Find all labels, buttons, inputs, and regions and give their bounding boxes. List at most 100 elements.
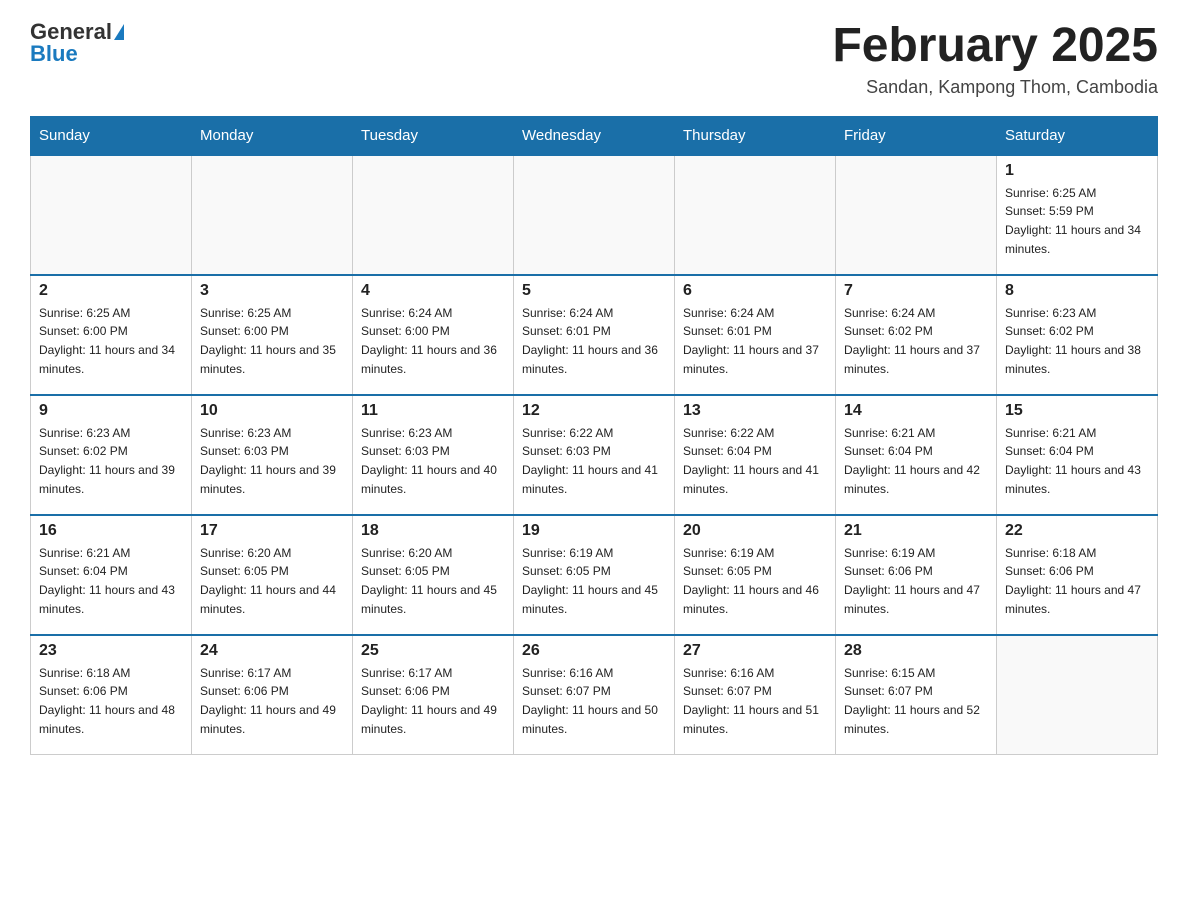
calendar-table: SundayMondayTuesdayWednesdayThursdayFrid… — [30, 116, 1158, 756]
day-number: 7 — [844, 282, 988, 300]
col-header-thursday: Thursday — [675, 116, 836, 155]
day-number: 6 — [683, 282, 827, 300]
day-info: Sunrise: 6:24 AM Sunset: 6:01 PM Dayligh… — [683, 304, 827, 378]
calendar-cell: 17 Sunrise: 6:20 AM Sunset: 6:05 PM Dayli… — [192, 515, 353, 635]
day-info: Sunrise: 6:20 AM Sunset: 6:05 PM Dayligh… — [361, 544, 505, 618]
day-info: Sunrise: 6:25 AM Sunset: 6:00 PM Dayligh… — [39, 304, 183, 378]
day-info: Sunrise: 6:22 AM Sunset: 6:03 PM Dayligh… — [522, 424, 666, 498]
week-row-5: 23 Sunrise: 6:18 AM Sunset: 6:06 PM Dayli… — [31, 635, 1158, 755]
calendar-cell: 3 Sunrise: 6:25 AM Sunset: 6:00 PM Daylig… — [192, 275, 353, 395]
day-number: 12 — [522, 402, 666, 420]
day-info: Sunrise: 6:17 AM Sunset: 6:06 PM Dayligh… — [200, 664, 344, 738]
location-subtitle: Sandan, Kampong Thom, Cambodia — [832, 77, 1158, 98]
day-info: Sunrise: 6:21 AM Sunset: 6:04 PM Dayligh… — [1005, 424, 1149, 498]
day-info: Sunrise: 6:25 AM Sunset: 6:00 PM Dayligh… — [200, 304, 344, 378]
calendar-cell: 14 Sunrise: 6:21 AM Sunset: 6:04 PM Dayli… — [836, 395, 997, 515]
day-info: Sunrise: 6:24 AM Sunset: 6:00 PM Dayligh… — [361, 304, 505, 378]
calendar-cell: 2 Sunrise: 6:25 AM Sunset: 6:00 PM Daylig… — [31, 275, 192, 395]
day-info: Sunrise: 6:16 AM Sunset: 6:07 PM Dayligh… — [522, 664, 666, 738]
calendar-cell: 13Sunrise: 6:22 AM Sunset: 6:04 PM Dayli… — [675, 395, 836, 515]
day-info: Sunrise: 6:17 AM Sunset: 6:06 PM Dayligh… — [361, 664, 505, 738]
calendar-cell: 28Sunrise: 6:15 AM Sunset: 6:07 PM Dayli… — [836, 635, 997, 755]
day-number: 9 — [39, 402, 183, 420]
col-header-saturday: Saturday — [997, 116, 1158, 155]
day-number: 21 — [844, 522, 988, 540]
calendar-cell: 16 Sunrise: 6:21 AM Sunset: 6:04 PM Dayli… — [31, 515, 192, 635]
day-info: Sunrise: 6:23 AM Sunset: 6:03 PM Dayligh… — [200, 424, 344, 498]
calendar-cell — [997, 635, 1158, 755]
month-title: February 2025 — [832, 20, 1158, 73]
calendar-cell: 8Sunrise: 6:23 AM Sunset: 6:02 PM Daylig… — [997, 275, 1158, 395]
day-info: Sunrise: 6:19 AM Sunset: 6:06 PM Dayligh… — [844, 544, 988, 618]
day-info: Sunrise: 6:15 AM Sunset: 6:07 PM Dayligh… — [844, 664, 988, 738]
logo-triangle-icon — [114, 24, 124, 40]
calendar-cell: 24 Sunrise: 6:17 AM Sunset: 6:06 PM Dayli… — [192, 635, 353, 755]
col-header-friday: Friday — [836, 116, 997, 155]
day-number: 27 — [683, 642, 827, 660]
calendar-cell: 18 Sunrise: 6:20 AM Sunset: 6:05 PM Dayli… — [353, 515, 514, 635]
calendar-cell: 23 Sunrise: 6:18 AM Sunset: 6:06 PM Dayli… — [31, 635, 192, 755]
calendar-cell — [353, 155, 514, 275]
calendar-cell — [31, 155, 192, 275]
col-header-sunday: Sunday — [31, 116, 192, 155]
calendar-cell: 22 Sunrise: 6:18 AM Sunset: 6:06 PM Dayli… — [997, 515, 1158, 635]
calendar-cell: 26 Sunrise: 6:16 AM Sunset: 6:07 PM Dayli… — [514, 635, 675, 755]
day-number: 14 — [844, 402, 988, 420]
calendar-cell — [836, 155, 997, 275]
page-header: General Blue February 2025 Sandan, Kampo… — [30, 20, 1158, 98]
day-number: 15 — [1005, 402, 1149, 420]
day-info: Sunrise: 6:18 AM Sunset: 6:06 PM Dayligh… — [1005, 544, 1149, 618]
calendar-cell: 19Sunrise: 6:19 AM Sunset: 6:05 PM Dayli… — [514, 515, 675, 635]
day-info: Sunrise: 6:25 AM Sunset: 5:59 PM Dayligh… — [1005, 184, 1149, 258]
calendar-cell: 25Sunrise: 6:17 AM Sunset: 6:06 PM Dayli… — [353, 635, 514, 755]
day-info: Sunrise: 6:23 AM Sunset: 6:02 PM Dayligh… — [39, 424, 183, 498]
calendar-cell: 5 Sunrise: 6:24 AM Sunset: 6:01 PM Daylig… — [514, 275, 675, 395]
day-info: Sunrise: 6:24 AM Sunset: 6:01 PM Dayligh… — [522, 304, 666, 378]
day-number: 23 — [39, 642, 183, 660]
week-row-1: 1 Sunrise: 6:25 AM Sunset: 5:59 PM Daylig… — [31, 155, 1158, 275]
day-number: 17 — [200, 522, 344, 540]
week-row-2: 2 Sunrise: 6:25 AM Sunset: 6:00 PM Daylig… — [31, 275, 1158, 395]
day-number: 3 — [200, 282, 344, 300]
day-number: 16 — [39, 522, 183, 540]
day-number: 2 — [39, 282, 183, 300]
day-info: Sunrise: 6:20 AM Sunset: 6:05 PM Dayligh… — [200, 544, 344, 618]
day-number: 11 — [361, 402, 505, 420]
day-number: 26 — [522, 642, 666, 660]
calendar-cell: 7 Sunrise: 6:24 AM Sunset: 6:02 PM Daylig… — [836, 275, 997, 395]
calendar-cell: 6 Sunrise: 6:24 AM Sunset: 6:01 PM Daylig… — [675, 275, 836, 395]
day-number: 1 — [1005, 162, 1149, 180]
day-info: Sunrise: 6:21 AM Sunset: 6:04 PM Dayligh… — [844, 424, 988, 498]
day-number: 19 — [522, 522, 666, 540]
day-info: Sunrise: 6:19 AM Sunset: 6:05 PM Dayligh… — [683, 544, 827, 618]
day-number: 22 — [1005, 522, 1149, 540]
day-number: 4 — [361, 282, 505, 300]
calendar-cell: 11 Sunrise: 6:23 AM Sunset: 6:03 PM Dayli… — [353, 395, 514, 515]
calendar-cell: 10 Sunrise: 6:23 AM Sunset: 6:03 PM Dayli… — [192, 395, 353, 515]
day-number: 20 — [683, 522, 827, 540]
day-number: 10 — [200, 402, 344, 420]
calendar-cell: 15 Sunrise: 6:21 AM Sunset: 6:04 PM Dayli… — [997, 395, 1158, 515]
day-info: Sunrise: 6:23 AM Sunset: 6:03 PM Dayligh… — [361, 424, 505, 498]
day-number: 5 — [522, 282, 666, 300]
day-info: Sunrise: 6:24 AM Sunset: 6:02 PM Dayligh… — [844, 304, 988, 378]
calendar-cell: 1 Sunrise: 6:25 AM Sunset: 5:59 PM Daylig… — [997, 155, 1158, 275]
calendar-cell: 12 Sunrise: 6:22 AM Sunset: 6:03 PM Dayli… — [514, 395, 675, 515]
day-number: 18 — [361, 522, 505, 540]
day-number: 8 — [1005, 282, 1149, 300]
logo-text-blue: Blue — [30, 42, 78, 66]
col-header-wednesday: Wednesday — [514, 116, 675, 155]
calendar-cell: 21 Sunrise: 6:19 AM Sunset: 6:06 PM Dayli… — [836, 515, 997, 635]
logo: General Blue — [30, 20, 124, 66]
calendar-cell: 4 Sunrise: 6:24 AM Sunset: 6:00 PM Daylig… — [353, 275, 514, 395]
col-header-tuesday: Tuesday — [353, 116, 514, 155]
calendar-cell — [514, 155, 675, 275]
calendar-cell — [192, 155, 353, 275]
day-info: Sunrise: 6:18 AM Sunset: 6:06 PM Dayligh… — [39, 664, 183, 738]
calendar-header-row: SundayMondayTuesdayWednesdayThursdayFrid… — [31, 116, 1158, 155]
title-area: February 2025 Sandan, Kampong Thom, Camb… — [832, 20, 1158, 98]
day-info: Sunrise: 6:22 AM Sunset: 6:04 PM Dayligh… — [683, 424, 827, 498]
day-number: 24 — [200, 642, 344, 660]
calendar-cell: 27Sunrise: 6:16 AM Sunset: 6:07 PM Dayli… — [675, 635, 836, 755]
day-info: Sunrise: 6:21 AM Sunset: 6:04 PM Dayligh… — [39, 544, 183, 618]
